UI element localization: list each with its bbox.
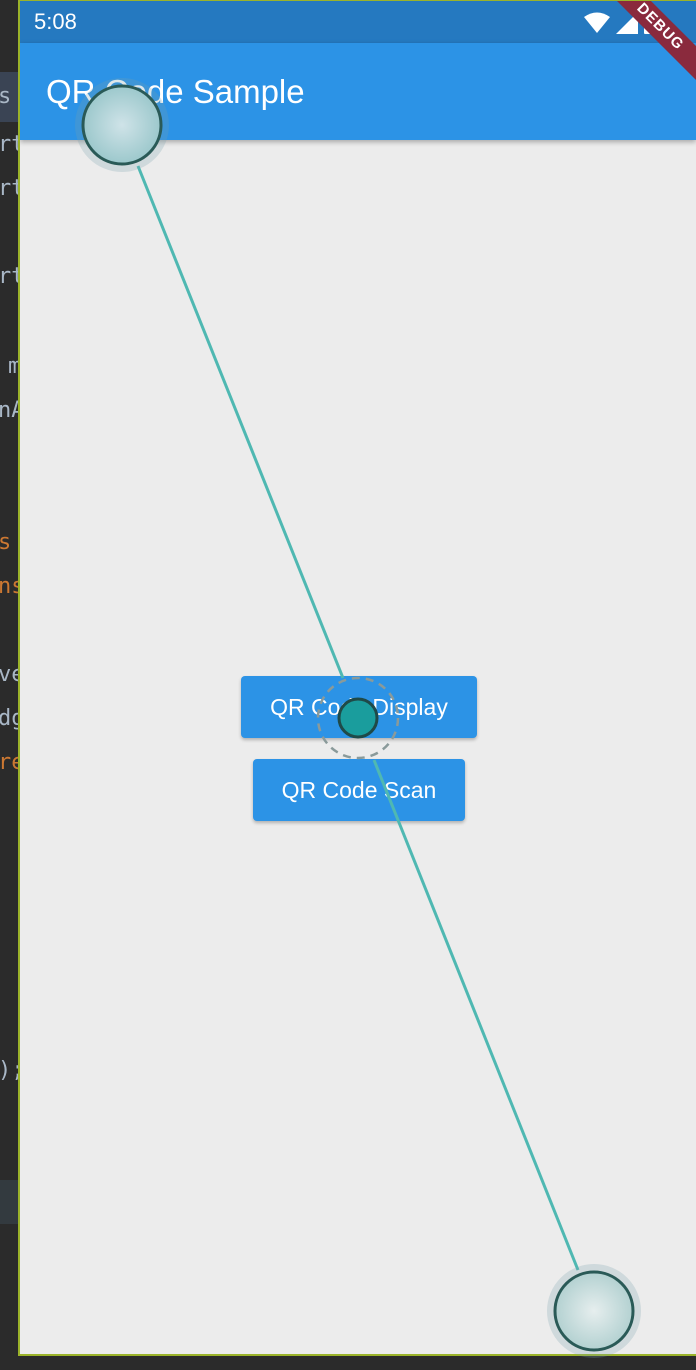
ide-text: re (0, 750, 18, 775)
status-bar: 5:08 (20, 1, 696, 43)
ide-text: m (8, 354, 18, 379)
ide-text: ve (0, 662, 18, 687)
app-bar: QR Code Sample (20, 43, 696, 140)
ide-text: ); (0, 1058, 18, 1083)
ide-text: s (0, 84, 12, 109)
ide-text: s (0, 530, 12, 555)
app-title: QR Code Sample (46, 73, 305, 110)
status-time: 5:08 (34, 9, 77, 34)
ide-text: rt (0, 264, 18, 289)
ide-highlight (0, 1180, 18, 1224)
ide-text: nA (0, 398, 18, 423)
ide-text: dg (0, 706, 18, 731)
phone-screen: 5:08 QR Code Sample DEBUG QR Code Displa… (18, 0, 696, 1356)
ide-text: rt (0, 176, 18, 201)
ide-background: s rt rt rt m nA s ns ve dg re ); (0, 0, 18, 1370)
qr-code-display-button[interactable]: QR Code Display (241, 676, 477, 738)
qr-code-scan-button[interactable]: QR Code Scan (253, 759, 465, 821)
ide-text: ns (0, 574, 18, 599)
screen: s rt rt rt m nA s ns ve dg re ); 5:08 (0, 0, 696, 1370)
wifi-icon (584, 12, 610, 33)
ide-text: rt (0, 132, 18, 157)
